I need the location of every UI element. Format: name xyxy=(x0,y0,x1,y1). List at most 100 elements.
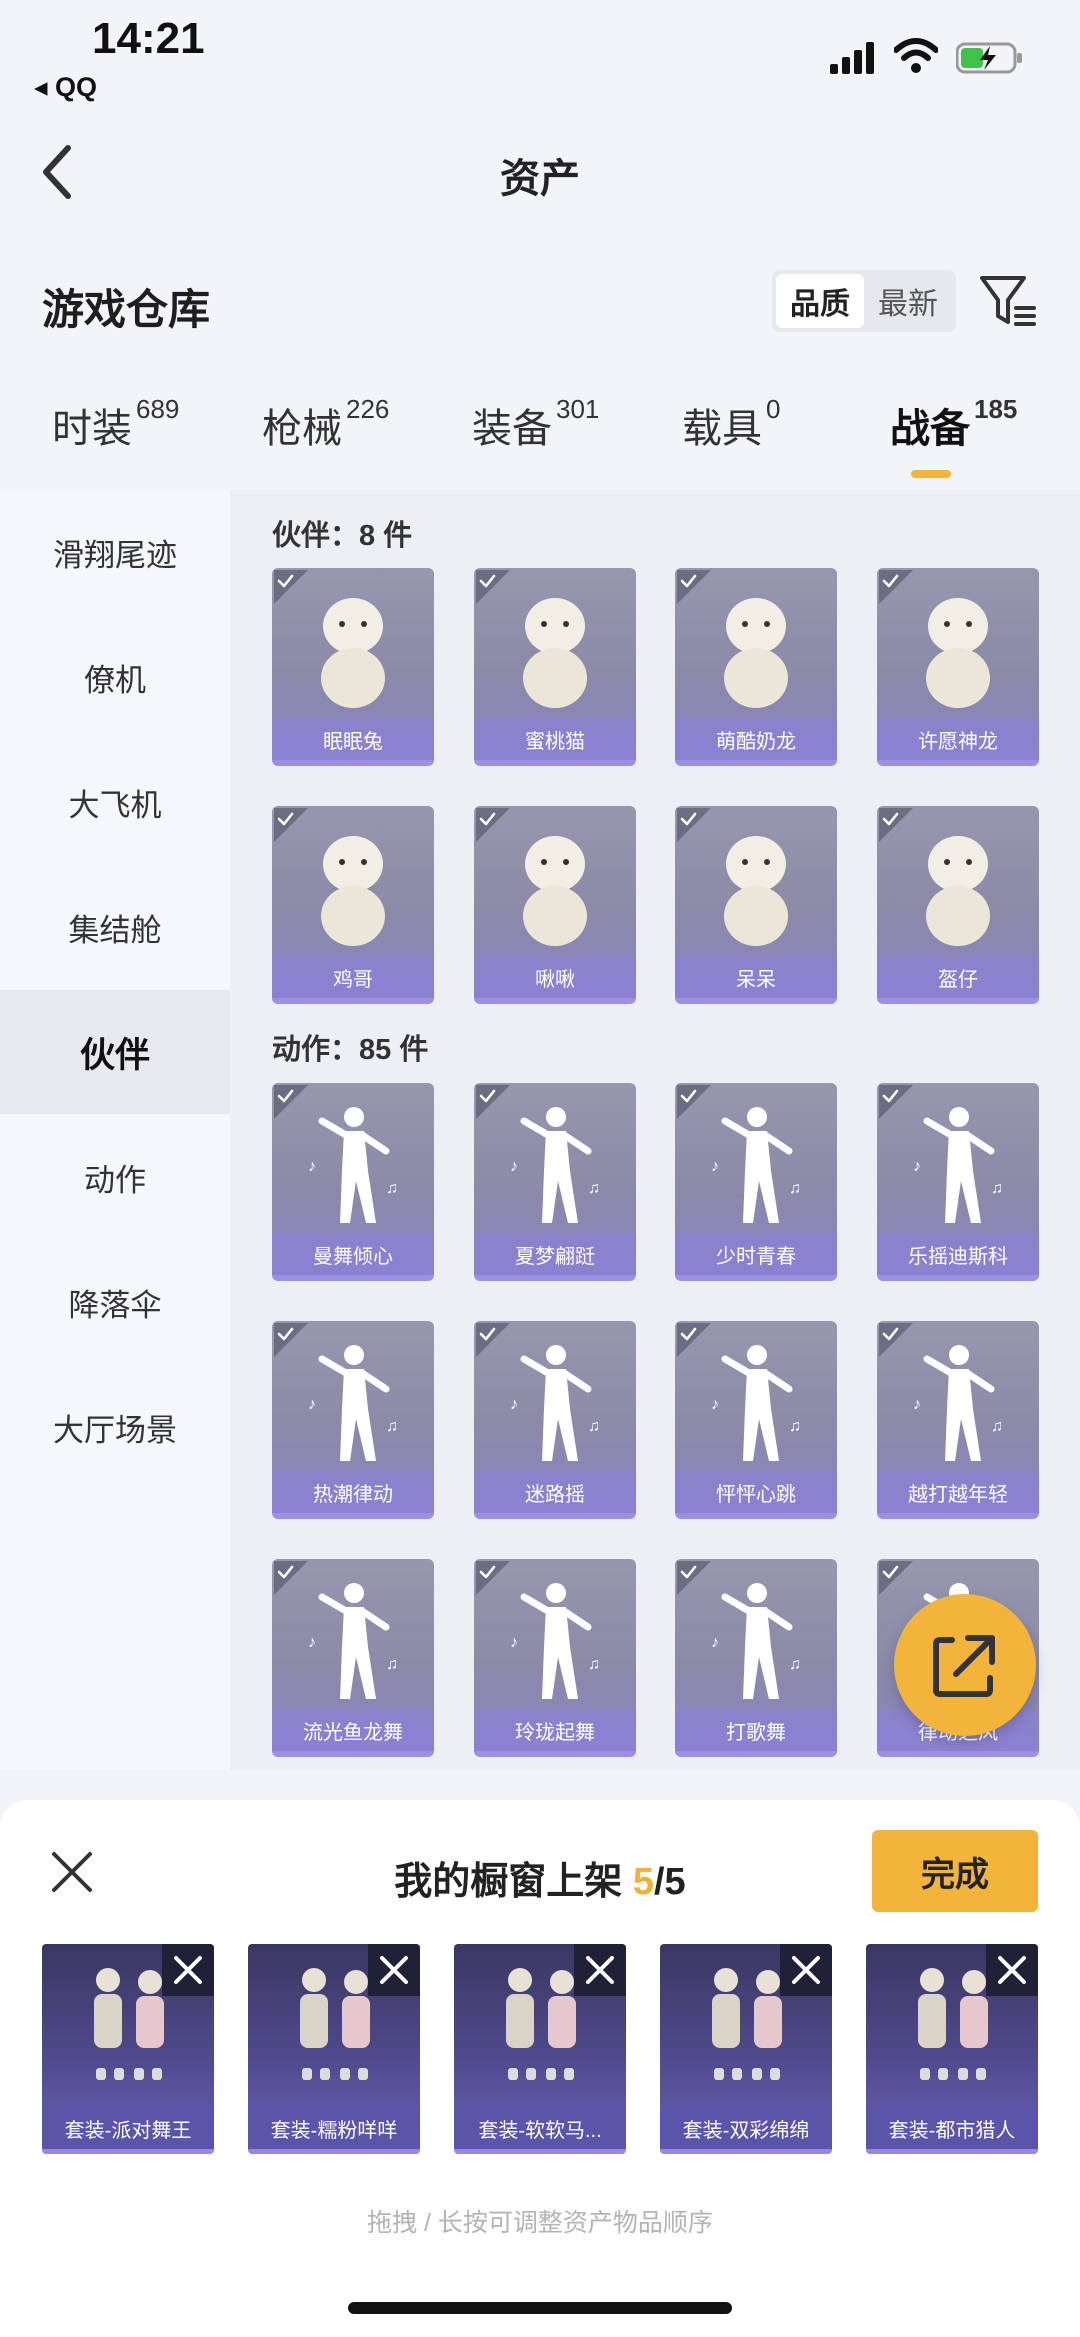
dancer-silhouette-icon: ♪♫ xyxy=(510,1107,600,1223)
tab-fashion[interactable]: 时装 689 xyxy=(52,394,179,454)
card-label: 眠眠兔 xyxy=(323,730,383,753)
showcase-label-bar: 套装-派对舞王 xyxy=(42,2107,214,2149)
remove-item-button[interactable] xyxy=(574,1944,626,1996)
svg-text:♪: ♪ xyxy=(711,1158,719,1175)
emote-card[interactable]: ♪ ♫ 玲珑起舞 xyxy=(474,1559,636,1757)
emote-card[interactable]: ♪ ♫ 热潮律动 xyxy=(272,1321,434,1519)
page-title: 资产 xyxy=(500,157,580,201)
sidebar-item-assembly-pod[interactable]: 集结舱 xyxy=(0,865,230,989)
tab-equipment[interactable]: 装备 301 xyxy=(472,394,599,454)
companion-card[interactable]: 眠眠兔 xyxy=(272,568,434,766)
card-label-bar: 流光鱼龙舞 xyxy=(272,1709,434,1751)
companion-card[interactable]: 盔仔 xyxy=(877,806,1039,1004)
tab-vehicles[interactable]: 载具 0 xyxy=(682,394,780,454)
card-label-bar: 越打越年轻 xyxy=(877,1471,1039,1513)
svg-text:♪: ♪ xyxy=(308,1634,316,1651)
showcase-item[interactable]: 套装-双彩绵绵 xyxy=(660,1944,832,2154)
remove-item-button[interactable] xyxy=(986,1944,1038,1996)
done-button[interactable]: 完成 xyxy=(872,1830,1038,1912)
card-label-bar: 鸡哥 xyxy=(272,956,434,998)
card-label: 蜜桃猫 xyxy=(525,730,585,753)
card-label-bar: 少时青春 xyxy=(675,1233,837,1275)
companion-card[interactable]: 呆呆 xyxy=(675,806,837,1004)
tab-guns[interactable]: 枪械 226 xyxy=(262,394,389,454)
companion-card[interactable]: 啾啾 xyxy=(474,806,636,1004)
showcase-label-bar: 套装-糯粉咩咩 xyxy=(248,2107,420,2149)
group-title-emote: 动作：85 件 xyxy=(272,1034,429,1066)
sidebar-item-companion[interactable]: 伙伴 xyxy=(0,990,230,1114)
emote-card[interactable]: ♪ ♫ 曼舞倾心 xyxy=(272,1083,434,1281)
svg-text:♪: ♪ xyxy=(711,1634,719,1651)
share-button[interactable] xyxy=(894,1594,1036,1736)
card-label: 鸡哥 xyxy=(333,968,373,991)
dancer-silhouette-icon: ♪♫ xyxy=(308,1345,398,1461)
dancer-silhouette-icon: ♪♫ xyxy=(308,1107,398,1223)
emote-card[interactable]: ♪ ♫ 打歌舞 xyxy=(675,1559,837,1757)
dancer-silhouette-icon: ♪♫ xyxy=(711,1107,801,1223)
cellular-signal-icon xyxy=(830,42,874,74)
card-label: 萌酷奶龙 xyxy=(716,730,796,753)
emote-card[interactable]: ♪ ♫ 乐摇迪斯科 xyxy=(877,1083,1039,1281)
card-label-bar: 许愿神龙 xyxy=(877,718,1039,760)
clock: 14:21 xyxy=(92,14,205,63)
sidebar-item-glide-trail[interactable]: 滑翔尾迹 xyxy=(0,490,230,614)
svg-text:♫: ♫ xyxy=(386,1418,398,1435)
emote-card[interactable]: ♪ ♫ 越打越年轻 xyxy=(877,1321,1039,1519)
sort-switch: 品质 最新 xyxy=(772,270,956,332)
svg-text:♪: ♪ xyxy=(510,1634,518,1651)
tab-label: 时装 xyxy=(52,407,132,451)
svg-text:♪: ♪ xyxy=(308,1396,316,1413)
showcase-count-total: /5 xyxy=(654,1861,686,1903)
emote-card[interactable]: ♪ ♫ 夏梦翩跹 xyxy=(474,1083,636,1281)
card-label-bar: 盔仔 xyxy=(877,956,1039,998)
sort-by-newest[interactable]: 最新 xyxy=(864,274,952,328)
showcase-item[interactable]: 套装-糯粉咩咩 xyxy=(248,1944,420,2154)
companion-card[interactable]: 蜜桃猫 xyxy=(474,568,636,766)
back-to-app-link[interactable]: ◂ QQ xyxy=(34,72,97,103)
card-label: 越打越年轻 xyxy=(908,1483,1008,1506)
showcase-item[interactable]: 套装-派对舞王 xyxy=(42,1944,214,2154)
svg-text:♫: ♫ xyxy=(386,1656,398,1673)
emote-card[interactable]: ♪ ♫ 怦怦心跳 xyxy=(675,1321,837,1519)
card-label-bar: 曼舞倾心 xyxy=(272,1233,434,1275)
card-label: 流光鱼龙舞 xyxy=(303,1721,403,1744)
sidebar-item-parachute[interactable]: 降落伞 xyxy=(0,1240,230,1364)
card-label-bar: 呆呆 xyxy=(675,956,837,998)
companion-card[interactable]: 鸡哥 xyxy=(272,806,434,1004)
emote-card[interactable]: ♪ ♫ 流光鱼龙舞 xyxy=(272,1559,434,1757)
companion-card[interactable]: 萌酷奶龙 xyxy=(675,568,837,766)
companion-card[interactable]: 许愿神龙 xyxy=(877,568,1039,766)
svg-text:♪: ♪ xyxy=(308,1158,316,1175)
svg-text:♪: ♪ xyxy=(711,1396,719,1413)
remove-item-button[interactable] xyxy=(368,1944,420,1996)
svg-text:♫: ♫ xyxy=(991,1180,1003,1197)
showcase-count-current: 5 xyxy=(632,1861,654,1903)
sidebar-item-wingman[interactable]: 僚机 xyxy=(0,615,230,739)
sidebar-item-airplane[interactable]: 大飞机 xyxy=(0,740,230,864)
showcase-item-label: 套装-糯粉咩咩 xyxy=(270,2119,398,2142)
card-label-bar: 眠眠兔 xyxy=(272,718,434,760)
showcase-title-text: 我的橱窗上架 xyxy=(394,1861,633,1903)
card-label: 少时青春 xyxy=(716,1245,796,1268)
svg-text:♪: ♪ xyxy=(913,1158,921,1175)
showcase-label-bar: 套装-双彩绵绵 xyxy=(660,2107,832,2149)
reorder-hint: 拖拽 / 长按可调整资产物品顺序 xyxy=(367,2209,713,2237)
close-icon xyxy=(792,1956,820,1984)
tab-combat-prep[interactable]: 战备 185 xyxy=(890,394,1017,454)
close-icon xyxy=(998,1956,1026,1984)
subcategory-sidebar: 滑翔尾迹 僚机 大飞机 集结舱 伙伴 动作 降落伞 大厅场景 xyxy=(0,490,230,1770)
svg-text:♫: ♫ xyxy=(789,1418,801,1435)
remove-item-button[interactable] xyxy=(780,1944,832,1996)
emote-card[interactable]: ♪ ♫ 少时青春 xyxy=(675,1083,837,1281)
sidebar-item-lobby-scene[interactable]: 大厅场景 xyxy=(0,1365,230,1489)
showcase-item-label: 套装-都市猎人 xyxy=(888,2119,1016,2142)
sort-by-quality[interactable]: 品质 xyxy=(776,274,864,328)
card-label: 热潮律动 xyxy=(313,1483,393,1506)
filter-icon[interactable] xyxy=(978,272,1038,332)
remove-item-button[interactable] xyxy=(162,1944,214,1996)
emote-card[interactable]: ♪ ♫ 迷路摇 xyxy=(474,1321,636,1519)
sidebar-item-emote[interactable]: 动作 xyxy=(0,1115,230,1239)
showcase-label-bar: 套装-都市猎人 xyxy=(866,2107,1038,2149)
showcase-item[interactable]: 套装-都市猎人 xyxy=(866,1944,1038,2154)
showcase-item[interactable]: 套装-软软马... xyxy=(454,1944,626,2154)
